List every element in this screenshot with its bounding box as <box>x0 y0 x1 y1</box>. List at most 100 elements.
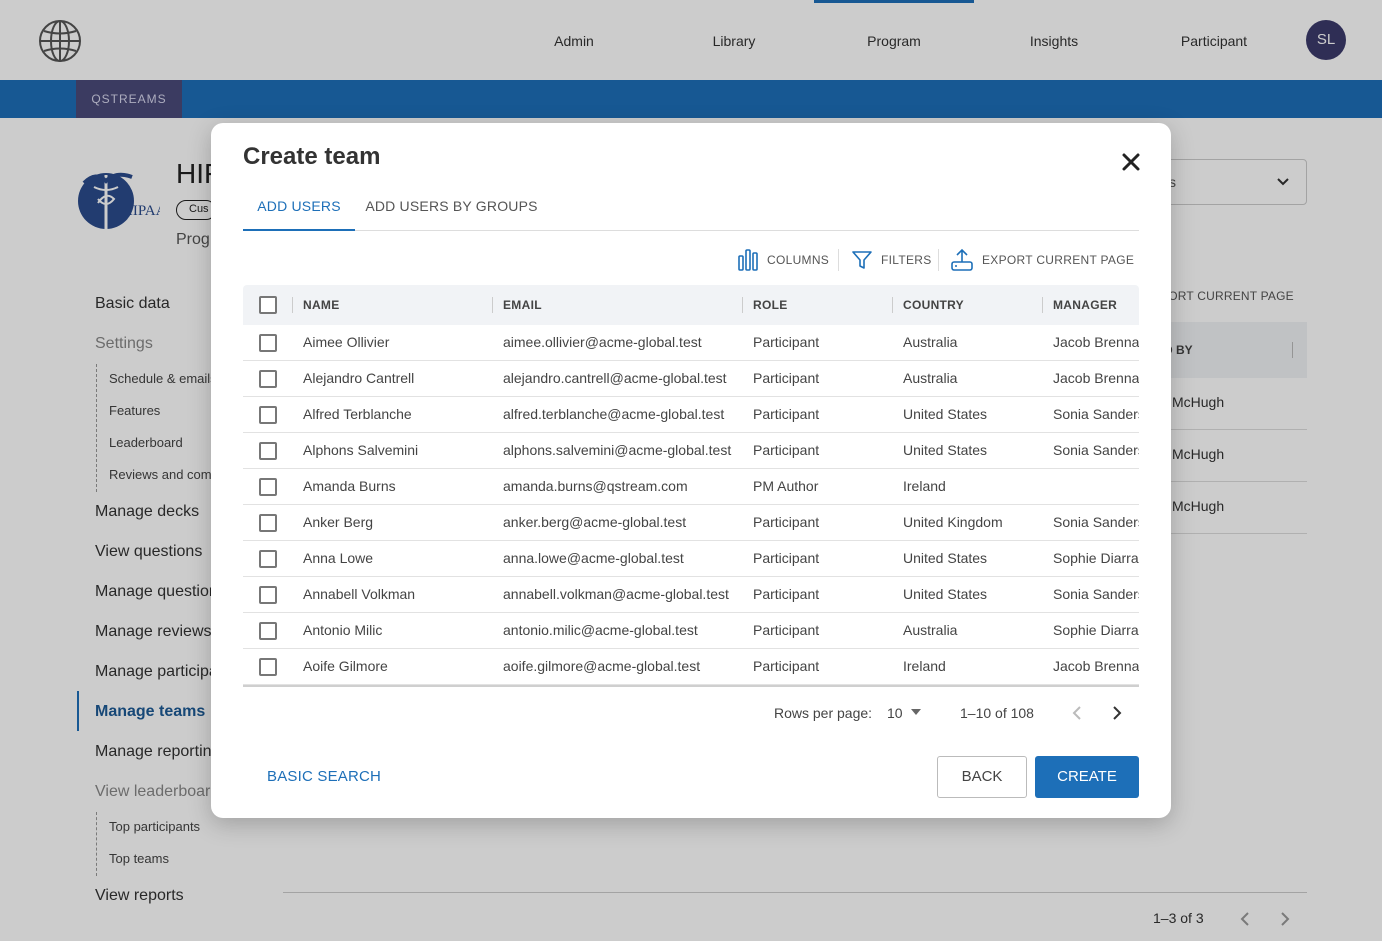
create-team-dialog: Create team ADD USERS ADD USERS BY GROUP… <box>211 123 1171 818</box>
cell-email: amanda.burns@qstream.com <box>503 478 688 494</box>
cell-name: Alejandro Cantrell <box>303 370 415 386</box>
cell-country: Australia <box>903 622 958 638</box>
filter-icon <box>852 251 872 269</box>
select-all-checkbox[interactable] <box>259 296 277 314</box>
export-label: EXPORT CURRENT PAGE <box>982 253 1135 267</box>
table-header: NAME EMAIL ROLE COUNTRY MANAGER <box>243 285 1139 325</box>
cell-name: Aimee Ollivier <box>303 334 390 350</box>
column-header-name[interactable]: NAME <box>303 298 340 312</box>
rows-per-page-select[interactable]: 10 <box>887 703 927 725</box>
cell-country: United States <box>903 550 988 566</box>
cell-email: antonio.milic@acme-global.test <box>503 622 698 638</box>
row-checkbox[interactable] <box>259 586 277 604</box>
cell-name: Amanda Burns <box>303 478 396 494</box>
cell-country: United States <box>903 586 988 602</box>
export-icon <box>951 248 973 271</box>
cell-role: Participant <box>753 406 820 422</box>
row-checkbox[interactable] <box>259 658 277 676</box>
table-row[interactable]: Alphons Salvemini alphons.salvemini@acme… <box>243 433 1139 469</box>
export-current-page-button[interactable]: EXPORT CURRENT PAGE <box>950 247 1134 273</box>
row-checkbox[interactable] <box>259 550 277 568</box>
cell-country: United Kingdom <box>903 514 1003 530</box>
column-separator <box>892 297 893 313</box>
cell-country: United States <box>903 442 988 458</box>
cell-email: alfred.terblanche@acme-global.test <box>503 406 725 422</box>
basic-search-button[interactable]: BASIC SEARCH <box>267 768 381 785</box>
cell-name: Anna Lowe <box>303 550 374 566</box>
cell-role: Participant <box>753 550 820 566</box>
table-row[interactable]: Alfred Terblanche alfred.terblanche@acme… <box>243 397 1139 433</box>
column-header-email[interactable]: EMAIL <box>503 298 542 312</box>
table-row[interactable]: Antonio Milic antonio.milic@acme-global.… <box>243 613 1139 649</box>
close-icon[interactable] <box>1116 147 1146 177</box>
cell-manager: Sonia Sanders <box>1053 586 1139 602</box>
cell-manager: Sonia Sanders <box>1053 514 1139 530</box>
dialog-tabs: ADD USERS ADD USERS BY GROUPS <box>243 185 1139 231</box>
table-row[interactable]: Annabell Volkman annabell.volkman@acme-g… <box>243 577 1139 613</box>
cell-manager: Sophie Diarra <box>1053 550 1139 566</box>
table-row[interactable]: Anna Lowe anna.lowe@acme-global.test Par… <box>243 541 1139 577</box>
cell-manager: Sophie Diarra <box>1053 622 1139 638</box>
users-table: NAME EMAIL ROLE COUNTRY MANAGER Aimee Ol… <box>243 285 1139 687</box>
cell-email: annabell.volkman@acme-global.test <box>503 586 729 602</box>
column-header-role[interactable]: ROLE <box>753 298 788 312</box>
cell-role: Participant <box>753 514 820 530</box>
cell-role: Participant <box>753 442 820 458</box>
table-row[interactable]: Aimee Ollivier aimee.ollivier@acme-globa… <box>243 325 1139 361</box>
chevron-right-icon[interactable] <box>1105 701 1129 725</box>
row-checkbox[interactable] <box>259 514 277 532</box>
cell-country: Australia <box>903 334 958 350</box>
tab-add-users-by-groups[interactable]: ADD USERS BY GROUPS <box>355 185 548 231</box>
column-separator <box>292 297 293 313</box>
cell-country: Australia <box>903 370 958 386</box>
column-separator <box>1042 297 1043 313</box>
cell-email: aoife.gilmore@acme-global.test <box>503 658 701 674</box>
row-checkbox[interactable] <box>259 370 277 388</box>
chevron-left-icon[interactable] <box>1065 701 1089 725</box>
cell-name: Aoife Gilmore <box>303 658 388 674</box>
cell-email: alphons.salvemini@acme-global.test <box>503 442 732 458</box>
toolbar-divider <box>938 249 939 271</box>
pagination-range: 1–10 of 108 <box>960 705 1034 721</box>
cell-country: Ireland <box>903 478 946 494</box>
row-checkbox[interactable] <box>259 334 277 352</box>
column-separator <box>492 297 493 313</box>
row-checkbox[interactable] <box>259 478 277 496</box>
caret-down-icon <box>911 709 921 715</box>
create-button[interactable]: CREATE <box>1035 756 1139 798</box>
toolbar-divider <box>838 249 839 271</box>
column-separator <box>742 297 743 313</box>
active-tab-indicator <box>243 229 355 231</box>
table-row[interactable]: Alejandro Cantrell alejandro.cantrell@ac… <box>243 361 1139 397</box>
dialog-title: Create team <box>243 143 381 170</box>
row-checkbox[interactable] <box>259 622 277 640</box>
cell-manager: Sonia Sanders <box>1053 442 1139 458</box>
column-header-manager[interactable]: MANAGER <box>1053 298 1117 312</box>
row-checkbox[interactable] <box>259 406 277 424</box>
filters-button[interactable]: FILTERS <box>851 247 932 273</box>
rows-per-page-value: 10 <box>887 705 903 721</box>
cell-name: Antonio Milic <box>303 622 383 638</box>
cell-role: Participant <box>753 622 820 638</box>
cell-country: United States <box>903 406 988 422</box>
row-checkbox[interactable] <box>259 442 277 460</box>
cell-name: Annabell Volkman <box>303 586 416 602</box>
cell-role: Participant <box>753 586 820 602</box>
columns-button[interactable]: COLUMNS <box>737 247 829 273</box>
cell-role: Participant <box>753 334 820 350</box>
cell-name: Alphons Salvemini <box>303 442 419 458</box>
cell-manager: Jacob Brennan <box>1053 658 1139 674</box>
back-button[interactable]: BACK <box>937 756 1027 798</box>
column-header-country[interactable]: COUNTRY <box>903 298 964 312</box>
table-row[interactable]: Aoife Gilmore aoife.gilmore@acme-global.… <box>243 649 1139 685</box>
tab-add-users[interactable]: ADD USERS <box>243 185 355 231</box>
rows-per-page-label: Rows per page: <box>774 705 873 721</box>
columns-label: COLUMNS <box>767 253 830 267</box>
cell-name: Anker Berg <box>303 514 374 530</box>
columns-icon <box>738 249 758 271</box>
cell-manager: Jacob Brennan <box>1053 334 1139 350</box>
table-row[interactable]: Amanda Burns amanda.burns@qstream.com PM… <box>243 469 1139 505</box>
table-row[interactable]: Anker Berg anker.berg@acme-global.test P… <box>243 505 1139 541</box>
horizontal-scrollbar[interactable] <box>243 685 1139 687</box>
cell-email: alejandro.cantrell@acme-global.test <box>503 370 727 386</box>
